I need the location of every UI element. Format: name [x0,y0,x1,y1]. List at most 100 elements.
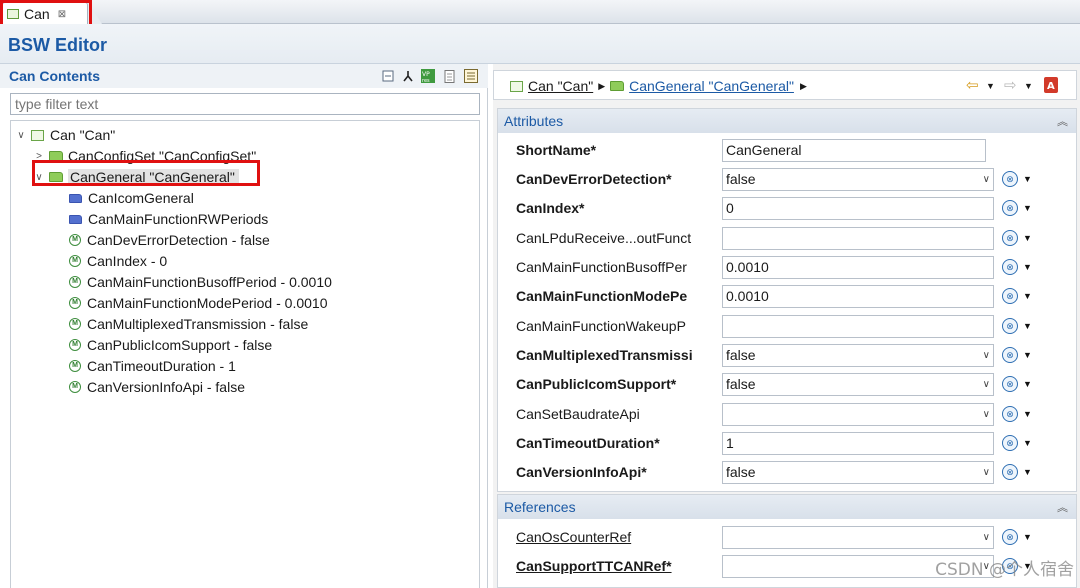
reset-value-icon[interactable]: ⊗ [1002,171,1018,187]
actions-dropdown-icon[interactable]: ▼ [1023,409,1032,419]
reset-value-icon[interactable]: ⊗ [1002,347,1018,363]
actions-dropdown-icon[interactable]: ▼ [1023,203,1032,213]
setbaudrateapi-select[interactable]: ∨ [722,403,994,426]
actions-dropdown-icon[interactable]: ▼ [1023,321,1032,331]
tree-filter-input[interactable] [10,93,480,115]
folder-icon [49,172,63,182]
forward-dropdown-icon[interactable]: ▼ [1024,81,1033,91]
reset-value-icon[interactable]: ⊗ [1002,318,1018,334]
reset-value-icon[interactable]: ⊗ [1002,259,1018,275]
candeverrordetection-select[interactable]: false ∨ [722,168,994,191]
param-actions: ⊗ ▼ [1002,435,1032,451]
collapse-section-icon[interactable]: ︽ [1057,499,1068,515]
reset-value-icon[interactable]: ⊗ [1002,529,1018,545]
layout-icon[interactable] [464,69,478,83]
actions-dropdown-icon[interactable]: ▼ [1023,379,1032,389]
tree-node-canconfigset[interactable]: > CanConfigSet "CanConfigSet" [33,146,256,166]
tree-node-label: Can "Can" [50,127,116,143]
ref-label[interactable]: CanSupportTTCANRef* [516,558,698,574]
reset-value-icon[interactable]: ⊗ [1002,230,1018,246]
canindex-field[interactable]: 0 [722,197,994,220]
tree-node-cangeneral[interactable]: ∨ CanGeneral "CanGeneral" [33,167,239,187]
tree-node-label: CanIndex - 0 [87,253,168,269]
busoffperiod-field[interactable]: 0.0010 [722,256,994,279]
modeperiod-field[interactable]: 0.0010 [722,285,994,308]
back-arrow-icon[interactable]: ⇦ [966,76,979,94]
attr-label: CanDevErrorDetection* [516,171,672,187]
expand-toggle-icon[interactable]: ∨ [15,130,27,141]
actions-dropdown-icon[interactable]: ▼ [1023,438,1032,448]
link-editor-icon[interactable] [401,69,415,83]
attr-label: CanMainFunctionModePe [516,288,688,304]
timeoutduration-field[interactable]: 1 [722,432,994,455]
parameter-icon: M [69,381,81,393]
versioninfoapi-select[interactable]: false ∨ [722,461,994,484]
tree-node-canmainfunctionrwperiods[interactable]: CanMainFunctionRWPeriods [69,209,268,229]
breadcrumb-can-link[interactable]: Can "Can" [528,78,593,94]
document-icon[interactable] [443,69,457,83]
tree-node-label: CanMainFunctionBusoffPeriod - 0.0010 [87,274,332,290]
shortname-field[interactable]: CanGeneral [722,139,986,162]
wakeupperiod-field[interactable] [722,315,994,338]
attr-label: CanMultiplexedTransmissi [516,347,693,363]
attributes-header[interactable]: Attributes ︽ [498,109,1076,133]
collapse-all-icon[interactable] [381,69,395,83]
breadcrumb-cangeneral-link[interactable]: CanGeneral "CanGeneral" [629,78,794,94]
attr-row-timeoutduration: CanTimeoutDuration* 1 ⊗ ▼ [498,429,1076,458]
tree-node-param[interactable]: M CanMainFunctionBusoffPeriod - 0.0010 [69,272,332,292]
attr-row-modeperiod: CanMainFunctionModePe 0.0010 ⊗ ▼ [498,282,1076,311]
vp-res-icon[interactable]: VP res [421,69,435,83]
tree-node-canicomgeneral[interactable]: CanIcomGeneral [69,188,194,208]
attr-label: ShortName* [516,142,597,158]
canoscounterref-select[interactable]: ∨ [722,526,994,549]
tree-node-can[interactable]: ∨ Can "Can" [15,125,115,145]
param-actions: ⊗ ▼ [1002,171,1032,187]
attr-label: CanMainFunctionWakeupP [516,318,686,334]
tree-node-label: CanMultiplexedTransmission - false [87,316,309,332]
expand-toggle-icon[interactable]: > [33,151,45,162]
tree-node-param[interactable]: M CanTimeoutDuration - 1 [69,356,236,376]
forward-arrow-icon[interactable]: ⇨ [1004,76,1017,94]
a-badge-icon[interactable]: A [1044,77,1058,96]
actions-dropdown-icon[interactable]: ▼ [1023,233,1032,243]
reset-value-icon[interactable]: ⊗ [1002,464,1018,480]
reset-value-icon[interactable]: ⊗ [1002,406,1018,422]
reset-value-icon[interactable]: ⊗ [1002,435,1018,451]
tree-node-param[interactable]: M CanDevErrorDetection - false [69,230,270,250]
param-actions: ⊗ ▼ [1002,464,1032,480]
tab-close-icon[interactable]: ⊠ [58,9,66,20]
actions-dropdown-icon[interactable]: ▼ [1023,350,1032,360]
actions-dropdown-icon[interactable]: ▼ [1023,532,1032,542]
tree-node-param[interactable]: M CanMainFunctionModePeriod - 0.0010 [69,293,327,313]
multiplexed-select[interactable]: false ∨ [722,344,994,367]
tree-node-param[interactable]: M CanIndex - 0 [69,251,167,271]
tree-node-param[interactable]: M CanMultiplexedTransmission - false [69,314,308,334]
tree-node-label: CanMainFunctionRWPeriods [88,211,269,227]
tree-node-param[interactable]: M CanVersionInfoApi - false [69,377,245,397]
reset-value-icon[interactable]: ⊗ [1002,376,1018,392]
svg-text:VP: VP [422,71,430,78]
param-actions: ⊗ ▼ [1002,347,1032,363]
select-value: false [726,347,756,363]
reset-value-icon[interactable]: ⊗ [1002,200,1018,216]
back-dropdown-icon[interactable]: ▼ [986,81,995,91]
param-actions: ⊗ ▼ [1002,230,1032,246]
parameter-icon: M [69,234,81,246]
ref-label[interactable]: CanOsCounterRef [516,529,698,545]
select-value: false [726,171,756,187]
actions-dropdown-icon[interactable]: ▼ [1023,467,1032,477]
tab-can[interactable]: Can ⊠ [2,2,88,25]
actions-dropdown-icon[interactable]: ▼ [1023,291,1032,301]
editor-title: BSW Editor [8,35,107,55]
references-header[interactable]: References ︽ [498,495,1076,519]
expand-toggle-icon[interactable]: ∨ [33,172,45,183]
actions-dropdown-icon[interactable]: ▼ [1023,262,1032,272]
tree-node-param[interactable]: M CanPublicIcomSupport - false [69,335,272,355]
collapse-section-icon[interactable]: ︽ [1057,113,1068,129]
reset-value-icon[interactable]: ⊗ [1002,288,1018,304]
actions-dropdown-icon[interactable]: ▼ [1023,174,1032,184]
publicicomsupport-select[interactable]: false ∨ [722,373,994,396]
attr-row-wakeupperiod: CanMainFunctionWakeupP ⊗ ▼ [498,312,1076,341]
canlpdureceive-field[interactable] [722,227,994,250]
ref-row-canoscounterref: CanOsCounterRef ∨ ⊗ ▼ [498,523,1076,552]
